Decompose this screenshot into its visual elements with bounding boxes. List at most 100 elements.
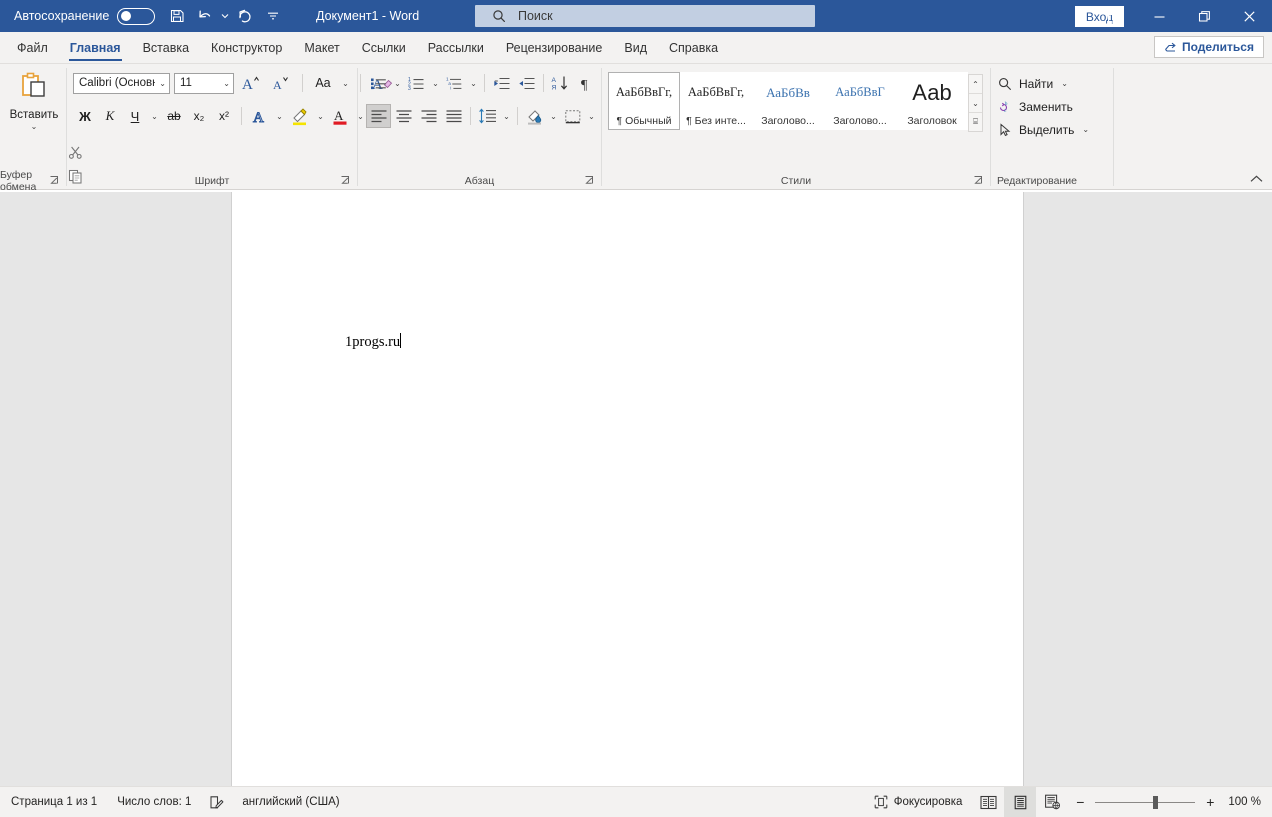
undo-dropdown-chevron-icon[interactable] [219,2,231,30]
style-card-title[interactable]: Ааb Заголовок [896,72,968,130]
restore-icon[interactable] [1182,0,1227,32]
tab-help[interactable]: Справка [658,33,729,63]
text-effects-chevron-down-icon[interactable]: ⌄ [273,104,286,128]
zoom-slider[interactable]: − + [1074,794,1216,810]
font-size-combo[interactable]: 11 ⌄ [174,72,234,94]
web-layout-icon[interactable] [1036,787,1068,817]
tab-design[interactable]: Конструктор [200,33,293,63]
font-dialog-launcher-icon[interactable] [340,175,351,186]
highlight-pen-icon[interactable] [287,104,313,128]
focus-mode-button[interactable]: Фокусировка [864,787,973,817]
shading-chevron-down-icon[interactable]: ⌄ [547,104,560,128]
show-formatting-marks-icon[interactable]: ¶ [573,71,598,95]
paste-dropdown-chevron-icon[interactable]: ⌄ [31,123,38,131]
change-case-chevron-down-icon[interactable]: ⌄ [339,71,352,95]
numbered-list-icon[interactable]: 123 [404,71,429,95]
style-card-no-spacing[interactable]: АаБбВвГг, ¶ Без инте... [680,72,752,130]
proofing-errors-icon[interactable] [201,787,232,817]
undo-icon[interactable] [191,2,219,30]
zoom-slider-track[interactable] [1095,795,1196,809]
replace-button[interactable]: bc Заменить [991,95,1073,118]
style-card-normal[interactable]: АаБбВвГг, ¶ Обычный [608,72,680,130]
justify-icon[interactable] [441,104,466,128]
clipboard-dialog-launcher-icon[interactable] [49,175,60,186]
select-button[interactable]: Выделить ⌄ [991,118,1089,141]
tab-review[interactable]: Рецензирование [495,33,614,63]
strikethrough-button[interactable]: ab [162,104,186,128]
tab-file[interactable]: Файл [6,33,59,63]
increase-indent-icon[interactable] [514,71,539,95]
select-chevron-down-icon[interactable]: ⌄ [1082,125,1089,134]
font-color-icon[interactable]: A [328,104,353,128]
zoom-in-button[interactable]: + [1204,794,1216,810]
paragraph-dialog-launcher-icon[interactable] [584,175,595,186]
styles-gallery-scrollbar[interactable]: ⌃ ⌄ ⌸ [968,74,983,132]
borders-chevron-down-icon[interactable]: ⌄ [585,104,598,128]
page-info[interactable]: Страница 1 из 1 [0,787,107,817]
paste-button[interactable]: Вставить ⌄ [4,68,64,131]
bold-button[interactable]: Ж [73,104,97,128]
scroll-down-icon[interactable]: ⌄ [969,94,982,113]
bullets-chevron-down-icon[interactable]: ⌄ [391,71,404,95]
ribbon-display-options-icon[interactable] [1092,0,1137,32]
change-case-button[interactable]: Aa [311,71,335,95]
tab-mailings[interactable]: Рассылки [417,33,495,63]
superscript-button[interactable]: x² [212,104,236,128]
grow-font-icon[interactable]: A [238,71,264,95]
read-mode-icon[interactable] [972,787,1004,817]
minimize-icon[interactable] [1137,0,1182,32]
tab-layout[interactable]: Макет [293,33,350,63]
paragraph-divider-1 [484,74,485,92]
tab-references[interactable]: Ссылки [351,33,417,63]
highlight-chevron-down-icon[interactable]: ⌄ [314,104,327,128]
zoom-slider-thumb[interactable] [1153,795,1159,809]
style-card-heading-2[interactable]: АаБбВвГ Заголово... [824,72,896,130]
font-name-value: Calibri (Основн [79,77,156,89]
underline-chevron-down-icon[interactable]: ⌄ [148,104,161,128]
language-indicator[interactable]: английский (США) [232,787,349,817]
tab-insert[interactable]: Вставка [132,33,200,63]
redo-icon[interactable] [231,2,259,30]
collapse-ribbon-chevron-icon[interactable] [1250,173,1263,185]
numbering-chevron-down-icon[interactable]: ⌄ [429,71,442,95]
search-box[interactable]: Поиск [475,5,815,27]
decrease-indent-icon[interactable] [489,71,514,95]
tab-home[interactable]: Главная [59,33,132,63]
font-name-combo[interactable]: Calibri (Основн ⌄ [73,72,170,94]
document-page[interactable]: 1progs.ru [232,192,1023,786]
line-spacing-icon[interactable] [475,104,500,128]
align-center-icon[interactable] [391,104,416,128]
find-button[interactable]: Найти ⌄ [991,72,1068,95]
autosave-toggle[interactable] [117,7,156,25]
shrink-font-icon[interactable]: A [268,71,294,95]
shading-icon[interactable] [522,104,547,128]
sort-icon[interactable]: АЯ [548,71,573,95]
styles-dialog-launcher-icon[interactable] [973,175,984,186]
share-button[interactable]: Поделиться [1153,36,1264,58]
print-layout-icon[interactable] [1004,786,1037,817]
customize-quick-access-toolbar-icon[interactable] [259,2,287,30]
multilevel-list-icon[interactable]: 1ai [442,71,467,95]
align-left-icon[interactable] [366,104,391,128]
text-effects-icon[interactable]: A [247,104,272,128]
document-canvas[interactable]: 1progs.ru [0,192,1272,786]
find-chevron-down-icon[interactable]: ⌄ [1061,79,1068,88]
borders-icon[interactable] [560,104,585,128]
line-spacing-chevron-down-icon[interactable]: ⌄ [500,104,513,128]
subscript-button[interactable]: x₂ [187,104,211,128]
underline-button[interactable]: Ч [123,104,147,128]
scroll-up-icon[interactable]: ⌃ [969,75,982,94]
multilevel-chevron-down-icon[interactable]: ⌄ [467,71,480,95]
tab-view[interactable]: Вид [613,33,658,63]
zoom-level[interactable]: 100 % [1222,796,1272,808]
italic-button[interactable]: К [98,104,122,128]
zoom-out-button[interactable]: − [1074,794,1086,810]
word-count[interactable]: Число слов: 1 [107,787,201,817]
save-icon[interactable] [163,2,191,30]
bulleted-list-icon[interactable] [366,71,391,95]
close-icon[interactable] [1227,0,1272,32]
document-body-text[interactable]: 1progs.ru [345,333,402,351]
style-card-heading-1[interactable]: АаБбВв Заголово... [752,72,824,130]
more-styles-icon[interactable]: ⌸ [969,113,982,131]
align-right-icon[interactable] [416,104,441,128]
